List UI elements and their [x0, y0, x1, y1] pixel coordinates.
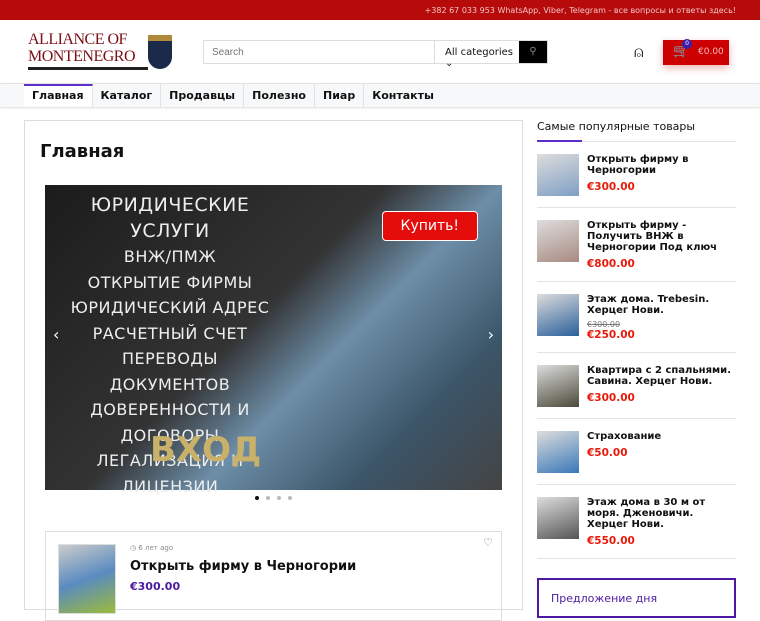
banner-line: ЮРИДИЧЕСКИЕ УСЛУГИ: [90, 194, 250, 242]
old-price: €300.00: [587, 320, 621, 329]
date-text: 6 лет ago: [138, 544, 174, 552]
product-name[interactable]: Квартира с 2 спальнями. Савина. Херцег Н…: [587, 365, 736, 387]
nav-catalog[interactable]: Каталог: [93, 84, 162, 107]
banner-sign: ВХОД: [150, 430, 262, 470]
popular-products: Самые популярные товары Открыть фирму в …: [537, 118, 736, 559]
product-name[interactable]: Открыть фирму в Черногории: [587, 154, 736, 176]
chevron-right-icon[interactable]: ›: [488, 325, 494, 344]
banner-line: ЮРИДИЧЕСКИЙ АДРЕС: [70, 298, 270, 317]
product-price: €50.00: [587, 447, 628, 459]
search-input[interactable]: [204, 41, 434, 63]
product-price: €300.00: [130, 580, 181, 593]
list-item[interactable]: Открыть фирму в Черногории €300.00: [537, 142, 736, 208]
nav-sellers[interactable]: Продавцы: [161, 84, 245, 107]
product-thumbnail[interactable]: [537, 220, 579, 262]
user-icon[interactable]: ⍝: [634, 42, 644, 62]
slider-dot[interactable]: [255, 496, 259, 500]
post-date: ◷ 6 лет ago: [130, 544, 173, 552]
product-thumbnail[interactable]: [537, 294, 579, 336]
search-button[interactable]: ⚲: [519, 41, 547, 63]
heart-icon[interactable]: ♡: [483, 536, 493, 549]
product-card: ◷ 6 лет ago Открыть фирму в Черногории €…: [45, 531, 502, 621]
search-icon: ⚲: [529, 46, 537, 57]
list-item[interactable]: Этаж дома. Trebesin. Херцег Нови. €300.00…: [537, 282, 736, 353]
product-name[interactable]: Этаж дома. Trebesin. Херцег Нови.: [587, 294, 736, 316]
nav-home[interactable]: Главная: [24, 84, 93, 107]
search-bar: All categories ⌄ ⚲: [203, 40, 548, 69]
nav-useful[interactable]: Полезно: [244, 84, 315, 107]
product-price: €250.00: [587, 329, 635, 341]
logo-line2: MONTENEGRO: [28, 48, 136, 65]
product-image[interactable]: [58, 544, 116, 614]
product-price: €300.00: [587, 181, 635, 193]
product-title[interactable]: Открыть фирму в Черногории: [130, 559, 356, 574]
deal-of-day: Предложение дня: [537, 578, 736, 618]
product-thumbnail[interactable]: [537, 154, 579, 196]
topbar-contact: +382 67 033 953 WhatsApp, Viber, Telegra…: [0, 0, 760, 20]
category-label: All categories: [445, 47, 513, 58]
cart-total: €0.00: [698, 47, 724, 57]
banner-line: РАСЧЕТНЫЙ СЧЕТ: [92, 323, 248, 343]
product-price: €300.00: [587, 392, 635, 404]
list-item[interactable]: Открыть фирму - Получить ВНЖ в Черногори…: [537, 208, 736, 282]
product-price: €800.00: [587, 258, 635, 270]
clock-icon: ◷: [130, 544, 137, 552]
list-item[interactable]: Квартира с 2 спальнями. Савина. Херцег Н…: [537, 353, 736, 419]
product-thumbnail[interactable]: [537, 365, 579, 407]
product-name[interactable]: Открыть фирму - Получить ВНЖ в Черногори…: [587, 220, 736, 253]
main-content: Главная ЮРИДИЧЕСКИЕ УСЛУГИ ВНЖ/ПМЖ ОТКРЫ…: [24, 120, 523, 621]
cart-button[interactable]: 🛒 0 €0.00: [663, 39, 729, 65]
buy-button[interactable]: Купить!: [381, 211, 478, 241]
nav-pr[interactable]: Пиар: [315, 84, 365, 107]
product-thumbnail[interactable]: [537, 431, 579, 473]
product-thumbnail[interactable]: [537, 497, 579, 539]
slider-dot[interactable]: [288, 496, 292, 500]
crest-icon: [148, 35, 172, 69]
banner-line: ПЕРЕВОДЫ ДОКУМЕНТОВ: [109, 349, 231, 394]
chevron-left-icon[interactable]: ‹: [53, 325, 59, 344]
slider-dots: [255, 496, 292, 500]
page-title: Главная: [40, 141, 125, 162]
category-select[interactable]: All categories ⌄: [434, 41, 519, 69]
sidebar-title: Самые популярные товары: [537, 118, 736, 142]
slider-dot[interactable]: [266, 496, 270, 500]
logo-line1: ALLIANCE OF: [28, 31, 127, 48]
product-name[interactable]: Этаж дома в 30 м от моря. Дженовичи. Хер…: [587, 497, 736, 530]
product-name[interactable]: Страхование: [587, 431, 661, 442]
slider-dot[interactable]: [277, 496, 281, 500]
banner-line: ВНЖ/ПМЖ: [123, 247, 217, 266]
nav-contacts[interactable]: Контакты: [364, 84, 442, 107]
list-item[interactable]: Этаж дома в 30 м от моря. Дженовичи. Хер…: [537, 485, 736, 559]
product-price: €550.00: [587, 535, 635, 547]
banner-slider[interactable]: ЮРИДИЧЕСКИЕ УСЛУГИ ВНЖ/ПМЖ ОТКРЫТИЕ ФИРМ…: [45, 185, 502, 496]
cart-count: 0: [682, 39, 692, 49]
banner-line: ОТКРЫТИЕ ФИРМЫ: [87, 272, 253, 292]
logo[interactable]: ALLIANCE OF MONTENEGRO: [28, 31, 148, 70]
main-nav: Главная Каталог Продавцы Полезно Пиар Ко…: [0, 83, 760, 107]
list-item[interactable]: Страхование €50.00: [537, 419, 736, 485]
chevron-down-icon: ⌄: [445, 58, 454, 69]
